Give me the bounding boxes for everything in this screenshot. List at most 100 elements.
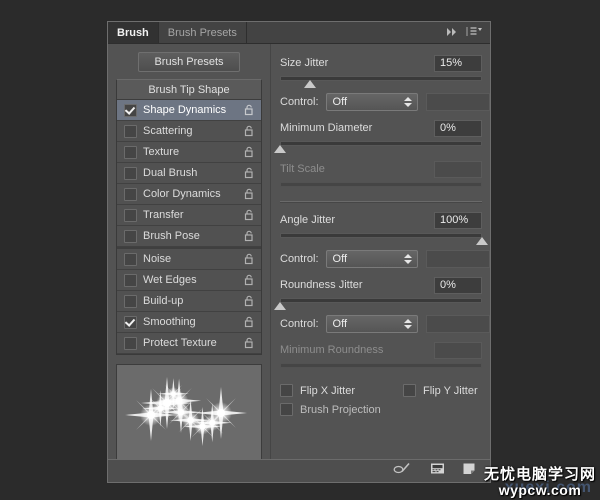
- dynamics-column: Size Jitter 15% Control: Off Minimum Dia…: [270, 44, 490, 462]
- slider-thumb[interactable]: [274, 302, 286, 310]
- size-control-extra-field[interactable]: [425, 93, 490, 111]
- panel-menu-icon[interactable]: [466, 24, 483, 42]
- angle-jitter-value[interactable]: 100%: [434, 211, 482, 229]
- lock-open-icon[interactable]: [244, 274, 255, 286]
- angle-jitter-label: Angle Jitter: [280, 214, 336, 226]
- checkbox-flip-x-jitter[interactable]: [280, 384, 293, 397]
- flip-x-jitter-item[interactable]: Flip X Jitter: [280, 384, 355, 397]
- checkbox-build-up[interactable]: [124, 294, 137, 308]
- tab-brush-presets[interactable]: Brush Presets: [158, 22, 247, 43]
- angle-jitter-slider[interactable]: [280, 232, 488, 245]
- size-jitter-row: Size Jitter 15%: [280, 53, 482, 73]
- checkbox-noise[interactable]: [124, 252, 137, 266]
- size-jitter-label: Size Jitter: [280, 57, 329, 69]
- stepper-arrows-icon[interactable]: [403, 97, 412, 107]
- flip-x-jitter-label: Flip X Jitter: [300, 384, 356, 397]
- roundness-control-row: Control: Off: [280, 314, 490, 334]
- brush-options-list: Brush Tip Shape Shape Dynamics Scatterin…: [116, 79, 262, 355]
- checkbox-color-dynamics[interactable]: [124, 187, 137, 201]
- checkbox-brush-projection: [280, 403, 293, 416]
- brush-panel: Brush Brush Presets Brush Presets Brush …: [107, 21, 491, 483]
- option-row-scattering[interactable]: Scattering: [117, 121, 261, 142]
- option-row-wet-edges[interactable]: Wet Edges: [117, 270, 261, 291]
- minimum-roundness-slider: [280, 362, 482, 375]
- screen: Brush Brush Presets Brush Presets Brush …: [0, 0, 600, 500]
- slider-track: [280, 363, 482, 368]
- checkbox-protect-texture[interactable]: [124, 336, 137, 350]
- roundness-control-dropdown[interactable]: Off: [325, 315, 418, 333]
- brush-presets-grid-icon[interactable]: [430, 462, 445, 480]
- lock-open-icon[interactable]: [244, 146, 255, 158]
- panel-footer: [108, 459, 490, 482]
- option-row-protect-texture[interactable]: Protect Texture: [117, 333, 261, 354]
- option-row-smoothing[interactable]: Smoothing: [117, 312, 261, 333]
- option-row-texture[interactable]: Texture: [117, 142, 261, 163]
- slider-thumb[interactable]: [304, 80, 317, 88]
- brush-presets-button[interactable]: Brush Presets: [138, 52, 240, 72]
- lock-open-icon[interactable]: [244, 230, 255, 242]
- stepper-arrows-icon[interactable]: [403, 319, 412, 329]
- checkbox-smoothing[interactable]: [124, 315, 137, 329]
- brush-projection-label: Brush Projection: [300, 403, 381, 416]
- size-jitter-slider[interactable]: [280, 75, 482, 88]
- stepper-arrows-icon[interactable]: [403, 254, 412, 264]
- size-control-value: Off: [332, 96, 348, 108]
- option-row-noise[interactable]: Noise: [117, 247, 261, 270]
- size-control-dropdown[interactable]: Off: [325, 93, 418, 111]
- size-jitter-value[interactable]: 15%: [434, 54, 482, 72]
- checkbox-shape-dynamics[interactable]: [124, 103, 137, 117]
- angle-control-dropdown[interactable]: Off: [325, 250, 418, 268]
- roundness-jitter-slider[interactable]: [274, 297, 482, 310]
- checkbox-dual-brush[interactable]: [124, 166, 137, 180]
- tab-brush-presets-label: Brush Presets: [167, 26, 237, 39]
- minimum-roundness-row: Minimum Roundness: [280, 340, 482, 360]
- slider-thumb[interactable]: [476, 237, 488, 245]
- tab-bar-spacer: [246, 22, 439, 43]
- option-label-shape-dynamics: Shape Dynamics: [143, 104, 227, 116]
- option-row-color-dynamics[interactable]: Color Dynamics: [117, 184, 261, 205]
- angle-control-row: Control: Off: [280, 249, 490, 269]
- lock-open-icon[interactable]: [244, 188, 255, 200]
- tilt-scale-row: Tilt Scale: [280, 159, 482, 179]
- brush-tip-shape-header[interactable]: Brush Tip Shape: [117, 80, 261, 100]
- minimum-roundness-value: [434, 341, 482, 359]
- lock-open-icon[interactable]: [244, 295, 255, 307]
- checkbox-transfer[interactable]: [124, 208, 137, 222]
- roundness-jitter-value[interactable]: 0%: [434, 276, 482, 294]
- tab-brush[interactable]: Brush: [108, 22, 159, 43]
- slider-thumb[interactable]: [274, 145, 286, 153]
- lock-open-icon[interactable]: [244, 209, 255, 221]
- option-row-transfer[interactable]: Transfer: [117, 205, 261, 226]
- checkbox-scattering[interactable]: [124, 124, 137, 138]
- option-label-transfer: Transfer: [143, 209, 184, 221]
- checkbox-brush-pose[interactable]: [124, 229, 137, 243]
- new-brush-icon[interactable]: [462, 462, 476, 480]
- roundness-control-extra-field[interactable]: [425, 315, 490, 333]
- checkbox-flip-y-jitter[interactable]: [403, 384, 417, 397]
- brush-projection-row: Brush Projection: [280, 403, 482, 416]
- minimum-diameter-slider[interactable]: [274, 140, 482, 153]
- option-label-brush-pose: Brush Pose: [143, 230, 200, 242]
- minimum-diameter-value[interactable]: 0%: [434, 119, 482, 137]
- lock-open-icon[interactable]: [244, 167, 255, 179]
- collapse-double-chevron-icon[interactable]: [446, 24, 459, 42]
- option-row-shape-dynamics[interactable]: Shape Dynamics: [117, 100, 261, 121]
- checkbox-texture[interactable]: [124, 145, 137, 159]
- lock-open-icon[interactable]: [244, 337, 255, 349]
- option-row-dual-brush[interactable]: Dual Brush: [117, 163, 261, 184]
- slider-track: [280, 233, 482, 238]
- minimum-diameter-label: Minimum Diameter: [280, 122, 373, 134]
- minimum-diameter-row: Minimum Diameter 0%: [280, 118, 482, 138]
- option-row-brush-pose[interactable]: Brush Pose: [117, 226, 261, 247]
- panel-header-buttons: [439, 22, 490, 43]
- lock-open-icon[interactable]: [244, 253, 255, 265]
- flip-y-jitter-item[interactable]: Flip Y Jitter: [403, 384, 478, 397]
- toggle-brush-settings-icon[interactable]: [393, 462, 413, 480]
- lock-open-icon[interactable]: [244, 316, 255, 328]
- slider-track: [280, 141, 482, 146]
- lock-open-icon[interactable]: [244, 104, 255, 116]
- option-row-build-up[interactable]: Build-up: [117, 291, 261, 312]
- angle-control-extra-field[interactable]: [425, 250, 490, 268]
- lock-open-icon[interactable]: [244, 125, 255, 137]
- checkbox-wet-edges[interactable]: [124, 273, 137, 287]
